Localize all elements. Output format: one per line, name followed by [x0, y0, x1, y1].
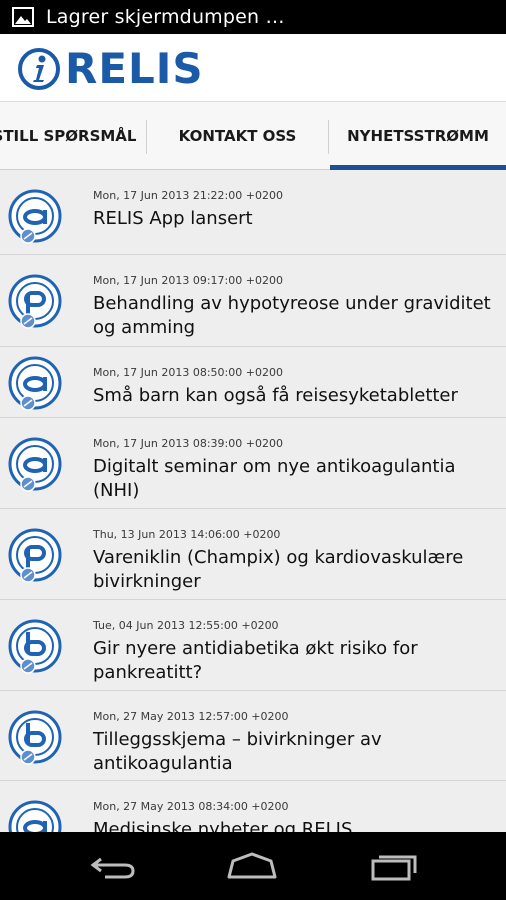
status-bar: Lagrer skjermdumpen …	[0, 0, 506, 34]
tab-nyhetsstromm[interactable]: NYHETSSTRØMM	[330, 102, 506, 170]
news-title: Gir nyere antidiabetika økt risiko for p…	[93, 638, 418, 683]
recent-apps-icon	[371, 855, 417, 881]
list-item[interactable]: Mon, 17 Jun 2013 08:50:00 +0200 Små barn…	[0, 347, 506, 418]
list-item[interactable]: Mon, 27 May 2013 12:57:00 +0200 Tilleggs…	[0, 691, 506, 781]
news-date: Mon, 17 Jun 2013 09:17:00 +0200	[93, 274, 283, 287]
list-item[interactable]: Mon, 17 Jun 2013 08:39:00 +0200 Digitalt…	[0, 418, 506, 509]
news-date: Mon, 27 May 2013 12:57:00 +0200	[93, 710, 289, 723]
list-item[interactable]: Mon, 17 Jun 2013 21:22:00 +0200 RELIS Ap…	[0, 170, 506, 255]
status-notification-text: Lagrer skjermdumpen …	[46, 6, 285, 28]
list-item[interactable]: Tue, 04 Jun 2013 12:55:00 +0200 Gir nyer…	[0, 600, 506, 691]
tab-label: NYHETSSTRØMM	[347, 127, 489, 145]
category-b-icon	[8, 710, 62, 765]
news-date: Tue, 04 Jun 2013 12:55:00 +0200	[93, 619, 279, 632]
tab-kontakt-oss[interactable]: KONTAKT OSS	[147, 102, 328, 170]
recent-apps-button[interactable]	[364, 846, 424, 886]
list-item[interactable]: Mon, 17 Jun 2013 09:17:00 +0200 Behandli…	[0, 255, 506, 347]
category-p-icon	[8, 274, 62, 329]
relis-logo: RELIS	[17, 46, 237, 92]
news-title: Tilleggsskjema – bivirkninger av antikoa…	[93, 729, 382, 774]
back-icon	[90, 857, 135, 879]
back-button[interactable]	[82, 846, 142, 886]
news-date: Mon, 27 May 2013 08:34:00 +0200	[93, 800, 289, 813]
home-icon	[227, 852, 277, 879]
news-title: Digitalt seminar om nye antikoagulantia …	[93, 456, 456, 501]
category-a-icon	[8, 800, 62, 832]
tab-bar: STILL SPØRSMÅL KONTAKT OSS NYHETSSTRØMM	[0, 102, 506, 170]
home-button[interactable]	[222, 846, 282, 886]
news-date: Mon, 17 Jun 2013 21:22:00 +0200	[93, 189, 283, 202]
news-title: Vareniklin (Champix) og kardiovaskulære …	[93, 547, 464, 592]
tab-divider	[328, 120, 329, 154]
system-nav-bar	[0, 832, 506, 900]
category-b-icon	[8, 619, 62, 674]
category-p-icon	[8, 528, 62, 583]
news-title: Små barn kan også få reisesyketabletter	[93, 385, 458, 406]
list-item[interactable]: Mon, 27 May 2013 08:34:00 +0200 Medisins…	[0, 781, 506, 832]
info-i-icon	[18, 48, 60, 90]
list-item[interactable]: Thu, 13 Jun 2013 14:06:00 +0200 Varenikl…	[0, 509, 506, 600]
news-list[interactable]: Mon, 17 Jun 2013 21:22:00 +0200 RELIS Ap…	[0, 170, 506, 832]
tab-label: KONTAKT OSS	[178, 127, 297, 145]
news-date: Thu, 13 Jun 2013 14:06:00 +0200	[93, 528, 281, 541]
category-a-icon	[8, 437, 62, 492]
image-icon	[12, 7, 34, 27]
news-date: Mon, 17 Jun 2013 08:39:00 +0200	[93, 437, 283, 450]
category-a-icon	[8, 189, 62, 244]
news-title: RELIS App lansert	[93, 208, 253, 229]
tab-label: STILL SPØRSMÅL	[0, 127, 137, 145]
category-a-icon	[8, 356, 62, 411]
logo-wordmark: RELIS	[65, 44, 204, 93]
news-title: Behandling av hypotyreose under gravidit…	[93, 293, 491, 338]
news-title: Medisinske nyheter og RELIS	[93, 819, 353, 832]
tab-still-sporsmal[interactable]: STILL SPØRSMÅL	[0, 102, 147, 170]
app-header: RELIS	[0, 34, 506, 102]
news-date: Mon, 17 Jun 2013 08:50:00 +0200	[93, 366, 283, 379]
